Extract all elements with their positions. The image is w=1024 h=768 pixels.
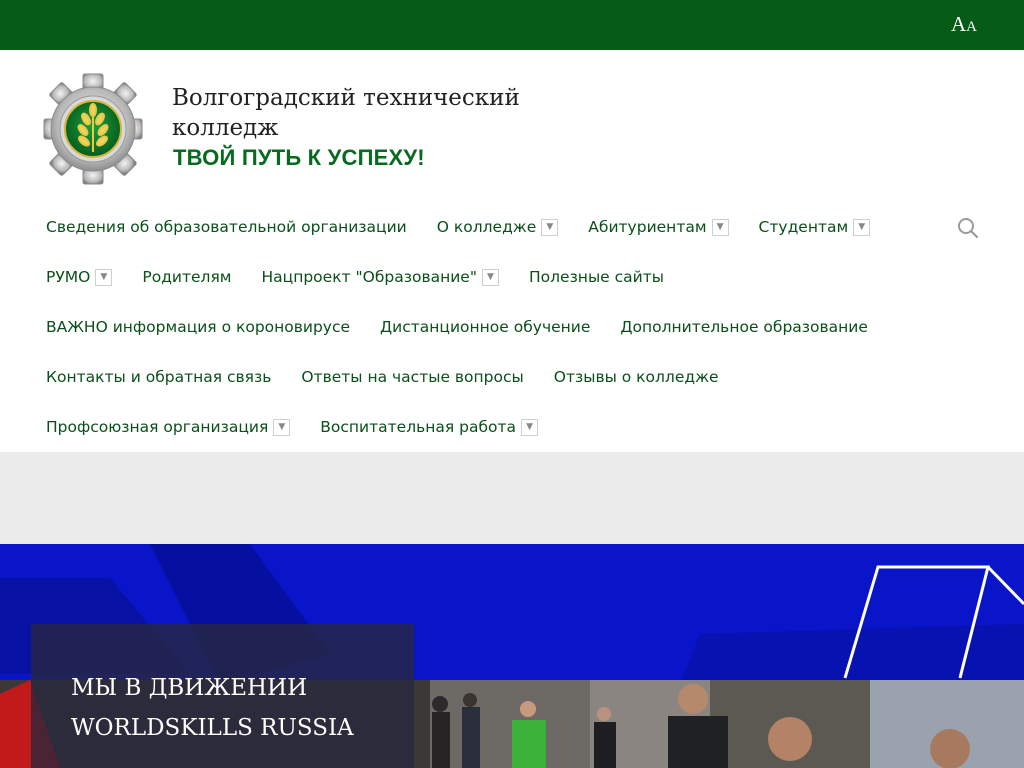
nav-item-students[interactable]: Студентам ▼ bbox=[759, 218, 871, 236]
nav-row-3: ВАЖНО информация о короновирусе Дистанци… bbox=[46, 302, 898, 352]
nav-item-distance-learning[interactable]: Дистанционное обучение bbox=[380, 318, 590, 336]
content-spacer bbox=[0, 452, 1024, 544]
top-bar: AA bbox=[0, 0, 1024, 50]
hero-banner[interactable]: МЫ В ДВИЖЕНИИ WORLDSKILLS RUSSIA bbox=[0, 544, 1024, 768]
font-toggle-large-letter: A bbox=[950, 12, 967, 36]
college-name-line1: Волгоградский технический bbox=[172, 85, 520, 111]
nav-item-national-project[interactable]: Нацпроект "Образование" ▼ bbox=[262, 268, 499, 286]
nav-row-4: Контакты и обратная связь Ответы на част… bbox=[46, 352, 749, 402]
nav-item-rumo[interactable]: РУМО ▼ bbox=[46, 268, 113, 286]
college-name[interactable]: Волгоградский технический колледж bbox=[172, 83, 552, 143]
nav-item-label: Абитуриентам bbox=[588, 218, 707, 236]
chevron-down-icon[interactable]: ▼ bbox=[521, 418, 539, 436]
chevron-down-icon[interactable]: ▼ bbox=[541, 218, 559, 236]
nav-item-faq[interactable]: Ответы на частые вопросы bbox=[301, 368, 523, 386]
nav-item-parents[interactable]: Родителям bbox=[142, 268, 231, 286]
college-emblem-icon[interactable] bbox=[42, 72, 144, 186]
font-size-toggle[interactable]: AA bbox=[951, 12, 977, 37]
nav-item-label: Отзывы о колледже bbox=[553, 368, 719, 386]
nav-item-label: Сведения об образовательной организации bbox=[46, 218, 407, 236]
nav-item-about-college[interactable]: О колледже ▼ bbox=[437, 218, 559, 236]
chevron-down-icon[interactable]: ▼ bbox=[273, 418, 291, 436]
main-nav: Сведения об образовательной организации … bbox=[0, 202, 1024, 452]
banner-title[interactable]: МЫ В ДВИЖЕНИИ WORLDSKILLS RUSSIA bbox=[71, 668, 354, 748]
slogan: ТВОЙ ПУТЬ К УСПЕХУ! bbox=[173, 145, 425, 170]
site-header: Волгоградский технический колледж ТВОЙ П… bbox=[0, 50, 1024, 200]
nav-item-label: Ответы на частые вопросы bbox=[301, 368, 524, 386]
nav-item-label: Родителям bbox=[142, 268, 232, 286]
nav-item-applicants[interactable]: Абитуриентам ▼ bbox=[588, 218, 729, 236]
nav-row-1: Сведения об образовательной организации … bbox=[46, 202, 900, 252]
nav-item-useful-sites[interactable]: Полезные сайты bbox=[529, 268, 664, 286]
nav-item-label: Дополнительное образование bbox=[620, 318, 868, 336]
banner-title-line1: МЫ В ДВИЖЕНИИ bbox=[71, 675, 308, 701]
nav-item-label: Полезные сайты bbox=[528, 268, 665, 286]
chevron-down-icon[interactable]: ▼ bbox=[95, 268, 113, 286]
nav-item-label: Воспитательная работа bbox=[320, 418, 517, 436]
chevron-down-icon[interactable]: ▼ bbox=[481, 268, 499, 286]
college-name-line2: колледж bbox=[172, 115, 279, 141]
nav-item-additional-education[interactable]: Дополнительное образование bbox=[620, 318, 868, 336]
search-icon[interactable] bbox=[957, 217, 979, 239]
nav-item-label: Контакты и обратная связь bbox=[46, 368, 272, 386]
nav-item-coronavirus[interactable]: ВАЖНО информация о короновирусе bbox=[46, 318, 350, 336]
nav-item-label: Профсоюзная организация bbox=[46, 418, 269, 436]
nav-item-label: Нацпроект "Образование" bbox=[261, 268, 477, 286]
nav-row-2: РУМО ▼ Родителям Нацпроект "Образование" ▼… bbox=[46, 252, 694, 302]
nav-item-label: Студентам bbox=[758, 218, 849, 236]
font-toggle-small-letter: A bbox=[966, 19, 977, 35]
chevron-down-icon[interactable]: ▼ bbox=[711, 218, 729, 236]
banner-title-line2: WORLDSKILLS RUSSIA bbox=[71, 715, 354, 741]
nav-item-trade-union[interactable]: Профсоюзная организация ▼ bbox=[46, 418, 291, 436]
chevron-down-icon[interactable]: ▼ bbox=[853, 218, 871, 236]
nav-item-label: Дистанционное обучение bbox=[380, 318, 591, 336]
nav-item-educational-work[interactable]: Воспитательная работа ▼ bbox=[320, 418, 539, 436]
nav-item-label: О колледже bbox=[436, 218, 537, 236]
nav-item-reviews[interactable]: Отзывы о колледже bbox=[554, 368, 719, 386]
nav-item-about-organization[interactable]: Сведения об образовательной организации bbox=[46, 218, 407, 236]
nav-row-5: Профсоюзная организация ▼ Воспитательная … bbox=[46, 402, 568, 452]
nav-item-contacts[interactable]: Контакты и обратная связь bbox=[46, 368, 271, 386]
nav-item-label: ВАЖНО информация о короновирусе bbox=[46, 318, 351, 336]
nav-item-label: РУМО bbox=[46, 268, 91, 286]
